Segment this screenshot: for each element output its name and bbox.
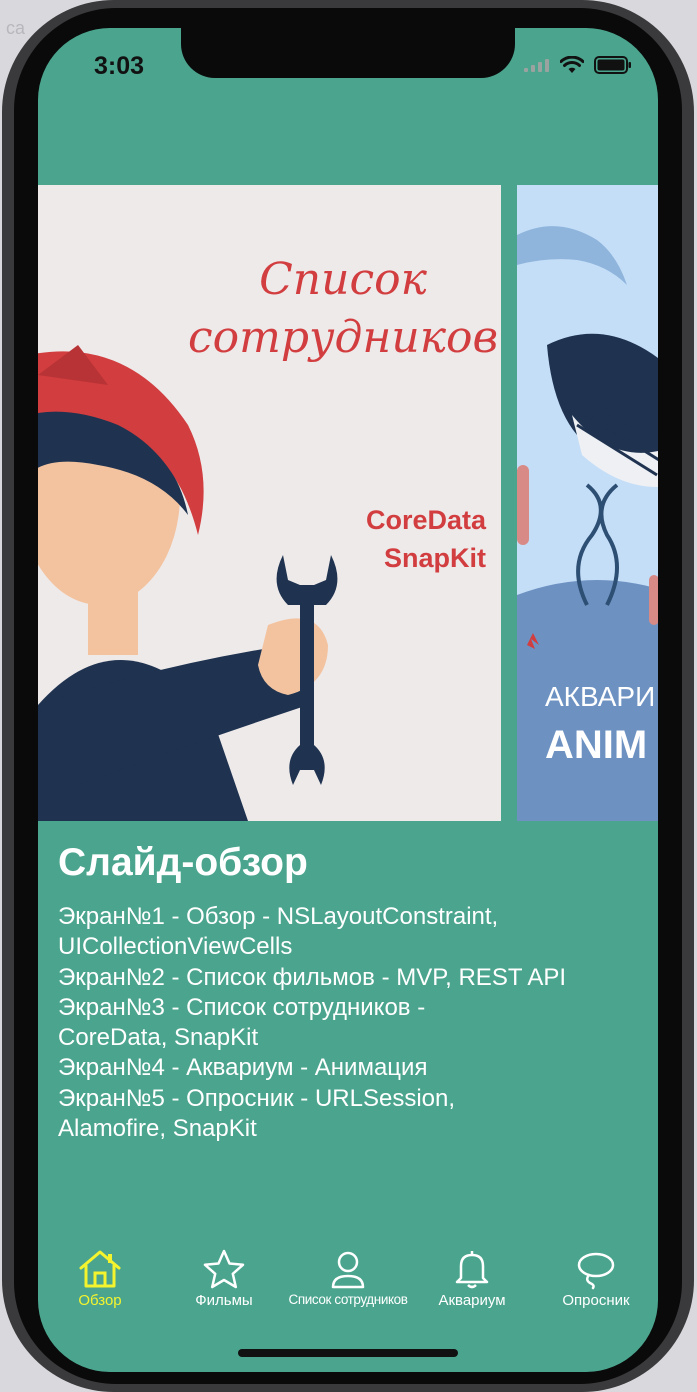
description-line: Экран№1 - Обзор - NSLayoutConstraint,	[58, 903, 499, 930]
tab-aquarium[interactable]: Аквариум	[410, 1238, 534, 1318]
description-line: Экран№5 - Опросник - URLSession,	[58, 1084, 456, 1112]
slide2-title: АКВАРИ	[545, 681, 656, 712]
desktop-background-text: ca	[6, 18, 26, 38]
tab-employees[interactable]: Список сотрудников	[286, 1238, 410, 1318]
house-icon	[79, 1250, 121, 1288]
wifi-icon	[560, 56, 584, 73]
overview-content: Слайд-обзор Экран№1 - Обзор - NSLayoutCo…	[58, 838, 638, 1144]
slide-subtitle-line1: CoreData	[365, 505, 486, 535]
star-icon	[203, 1249, 245, 1289]
slide-subtitle: CoreData SnapKit	[296, 501, 486, 577]
description-line: Alamofire, SnapKit	[58, 1115, 257, 1143]
section-title: Слайд-обзор	[58, 841, 308, 884]
tab-survey[interactable]: Опросник	[534, 1238, 658, 1318]
description-line: Экран№3 - Список сотрудников -	[58, 993, 426, 1021]
slide-subtitle-line2: SnapKit	[383, 543, 486, 573]
slide2-subtitle: ANIM	[545, 723, 648, 767]
slide-title: Список сотрудников	[188, 254, 499, 363]
slide-card-aquarium[interactable]: АКВАРИ ANIM	[517, 185, 658, 821]
status-time: 3:03	[94, 52, 145, 80]
notch	[181, 28, 515, 78]
tab-label: Аквариум	[438, 1292, 506, 1309]
tab-bar: Обзор Фильмы Список сотрудников Аквариум	[38, 1238, 658, 1318]
tab-movies[interactable]: Фильмы	[162, 1238, 286, 1318]
status-icons	[524, 56, 632, 74]
cellular-signal-icon	[524, 59, 549, 72]
tab-label: Обзор	[78, 1292, 122, 1309]
description-line: Экран№4 - Аквариум - Анимация	[58, 1054, 428, 1082]
tab-label: Фильмы	[195, 1292, 253, 1309]
tab-label: Список сотрудников	[288, 1292, 408, 1307]
app-screen: 3:03 Список сотрудников CoreData SnapKit…	[38, 28, 658, 1372]
section-description: Экран№1 - Обзор - NSLayoutConstraint, UI…	[58, 902, 638, 1144]
description-line: CoreData, SnapKit	[58, 1024, 259, 1052]
battery-icon	[594, 56, 631, 74]
slide-card-employees[interactable]: Список сотрудников CoreData SnapKit	[38, 185, 501, 821]
home-indicator[interactable]	[238, 1349, 458, 1357]
slide-carousel[interactable]: Список сотрудников CoreData SnapKit АКВА…	[38, 185, 658, 821]
lasso-icon	[577, 1252, 615, 1290]
tab-overview[interactable]: Обзор	[38, 1238, 162, 1318]
tab-label: Опросник	[562, 1292, 630, 1309]
bell-icon	[455, 1251, 489, 1289]
description-line: Экран№2 - Список фильмов - MVP, REST API	[58, 963, 567, 991]
person-icon	[331, 1251, 365, 1289]
description-line: UICollectionViewCells	[58, 933, 293, 961]
